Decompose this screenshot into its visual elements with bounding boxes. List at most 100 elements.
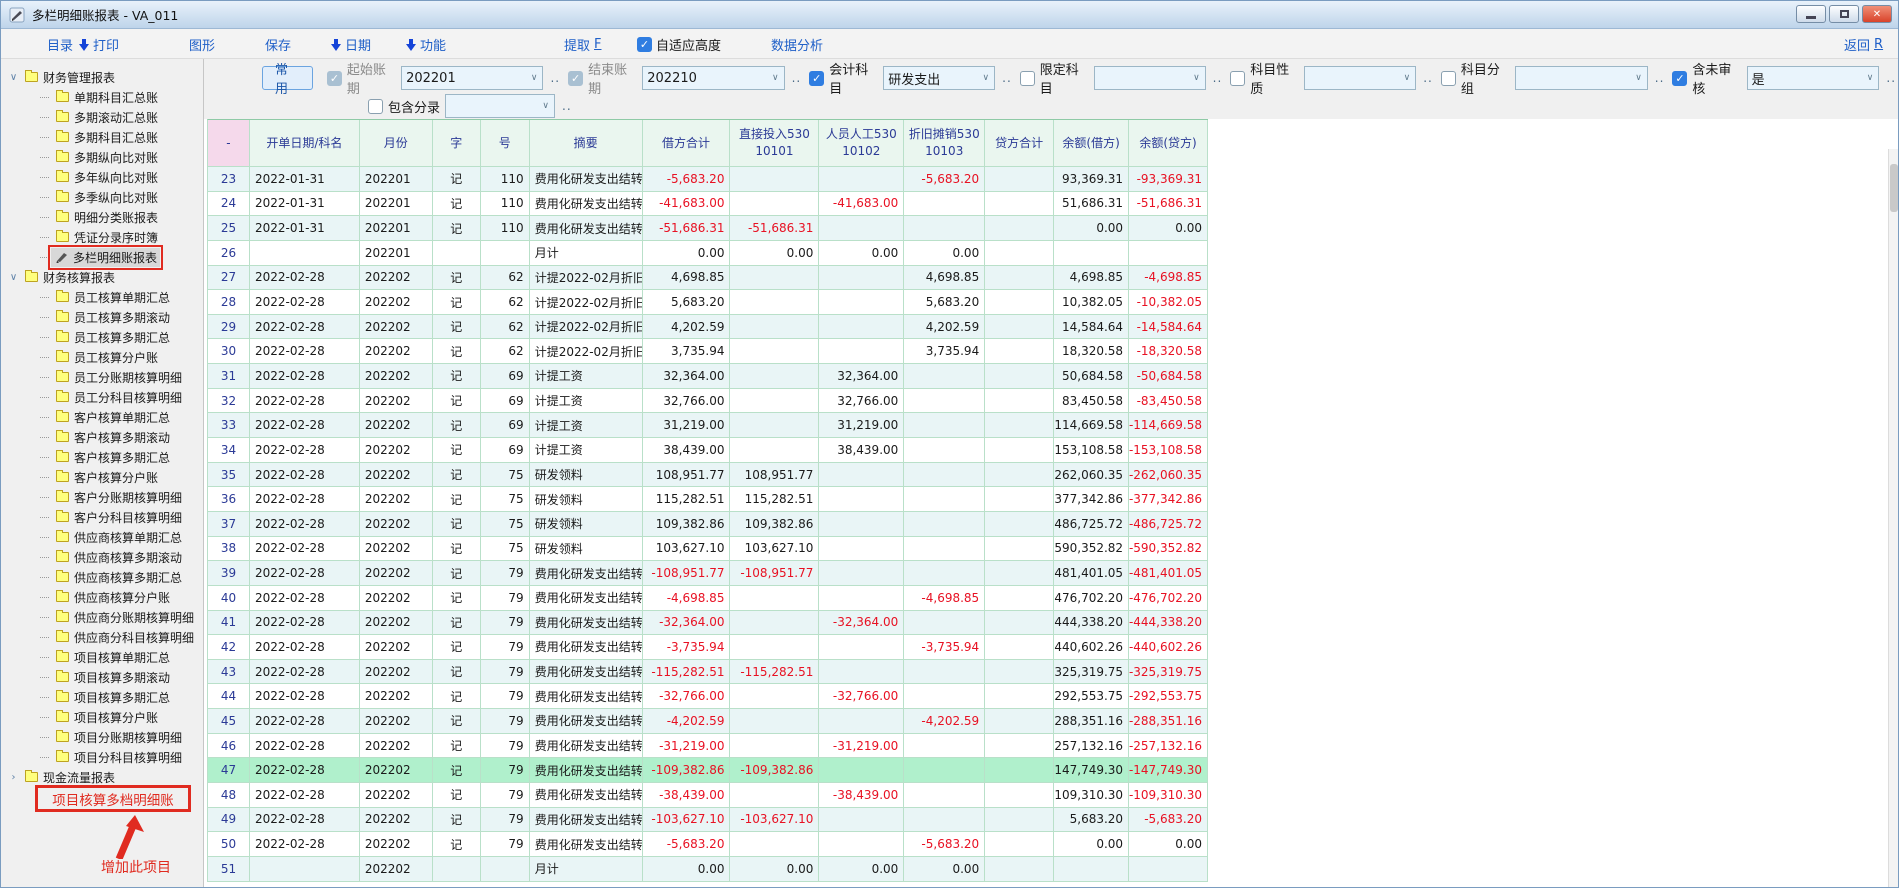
more-button[interactable]: .. (1655, 71, 1665, 85)
table-row[interactable]: 36 2022-02-28 202202 记 75 研发领料 115,282.5… (208, 487, 1208, 512)
table-row[interactable]: 43 2022-02-28 202202 记 79 费用化研发支出结转 -115… (208, 660, 1208, 685)
tree-item[interactable]: 客户分科目核算明细 (1, 507, 203, 527)
minimize-button[interactable] (1796, 5, 1826, 23)
tree-item[interactable]: 员工分账期核算明细 (1, 367, 203, 387)
tree-item[interactable]: ∨ 财务管理报表 (1, 67, 203, 87)
expander-icon[interactable]: ∨ (7, 72, 20, 83)
table-row[interactable]: 31 2022-02-28 202202 记 69 计提工资 32,364.00… (208, 364, 1208, 389)
table-row[interactable]: 44 2022-02-28 202202 记 79 费用化研发支出结转 -32,… (208, 684, 1208, 709)
tree-item[interactable]: 供应商分账期核算明细 (1, 607, 203, 627)
table-row[interactable]: 26 202201 月计 0.00 0.00 0.00 0.00 (208, 241, 1208, 266)
tree-item[interactable]: 员工核算分户账 (1, 347, 203, 367)
table-row[interactable]: 39 2022-02-28 202202 记 79 费用化研发支出结转 -108… (208, 561, 1208, 586)
filter-checkbox[interactable] (1020, 71, 1035, 86)
tree-item[interactable]: 多期纵向比对账 (1, 147, 203, 167)
table-row[interactable]: 47 2022-02-28 202202 记 79 费用化研发支出结转 -109… (208, 758, 1208, 783)
table-row[interactable]: 30 2022-02-28 202202 记 62 计提2022-02月折旧 3… (208, 339, 1208, 364)
tree-item[interactable]: 项目分账期核算明细 (1, 727, 203, 747)
filter-checkbox[interactable] (1672, 71, 1687, 86)
tree-item[interactable]: 多期滚动汇总账 (1, 107, 203, 127)
expander-icon[interactable]: › (7, 772, 20, 783)
tree-item[interactable]: 客户核算分户账 (1, 467, 203, 487)
filter-combobox[interactable]: 研发支出∨ (883, 66, 995, 90)
tree-item[interactable]: 凭证分录序时簿 (1, 227, 203, 247)
filter-combobox[interactable]: ∨ (1304, 66, 1416, 90)
tree-item[interactable]: 供应商分科目核算明细 (1, 627, 203, 647)
tree-item[interactable]: 项目核算单期汇总 (1, 647, 203, 667)
filter-combobox[interactable]: ∨ (445, 94, 555, 118)
tree-item[interactable]: 员工分科目核算明细 (1, 387, 203, 407)
tree-item[interactable]: 多期科目汇总账 (1, 127, 203, 147)
table-row[interactable]: 25 2022-01-31 202201 记 110 费用化研发支出结转 -51… (208, 216, 1208, 241)
tree-item[interactable]: ∨ 财务核算报表 (1, 267, 203, 287)
table-row[interactable]: 50 2022-02-28 202202 记 79 费用化研发支出结转 -5,6… (208, 832, 1208, 857)
tree-item[interactable]: 员工核算多期滚动 (1, 307, 203, 327)
table-row[interactable]: 40 2022-02-28 202202 记 79 费用化研发支出结转 -4,6… (208, 586, 1208, 611)
tree-item[interactable]: 项目核算多期汇总 (1, 687, 203, 707)
tree-item[interactable]: 客户核算单期汇总 (1, 407, 203, 427)
tree-item[interactable]: 明细分类账报表 (1, 207, 203, 227)
tree-item[interactable]: 多季纵向比对账 (1, 187, 203, 207)
more-button[interactable]: .. (1213, 71, 1223, 85)
filter-checkbox[interactable] (368, 99, 383, 114)
filter-combobox[interactable]: ∨ (1094, 66, 1206, 90)
tree-item[interactable]: 客户核算多期滚动 (1, 427, 203, 447)
table-row[interactable]: 35 2022-02-28 202202 记 75 研发领料 108,951.7… (208, 463, 1208, 488)
tree-item[interactable]: 供应商核算多期汇总 (1, 567, 203, 587)
table-row[interactable]: 32 2022-02-28 202202 记 69 计提工资 32,766.00… (208, 389, 1208, 414)
more-button[interactable]: .. (1886, 71, 1896, 85)
back-button[interactable]: 返回R (1844, 35, 1883, 54)
tree-item[interactable]: 供应商核算多期滚动 (1, 547, 203, 567)
table-row[interactable]: 45 2022-02-28 202202 记 79 费用化研发支出结转 -4,2… (208, 709, 1208, 734)
filter-checkbox[interactable] (809, 71, 824, 86)
more-button[interactable]: .. (562, 99, 572, 113)
tree-item[interactable]: 供应商核算分户账 (1, 587, 203, 607)
more-button[interactable]: .. (1002, 71, 1012, 85)
table-row[interactable]: 42 2022-02-28 202202 记 79 费用化研发支出结转 -3,7… (208, 635, 1208, 660)
close-button[interactable]: ✕ (1862, 5, 1892, 23)
table-row[interactable]: 51 202202 月计 0.00 0.00 0.00 0.00 (208, 857, 1208, 882)
filter-checkbox[interactable] (1230, 71, 1245, 86)
toolbar-menu-item[interactable]: 图形 (189, 35, 215, 54)
autofit-toggle[interactable]: ✓ 自适应高度 (637, 35, 721, 54)
tree-item[interactable]: 供应商核算单期汇总 (1, 527, 203, 547)
maximize-button[interactable] (1829, 5, 1859, 23)
table-row[interactable]: 37 2022-02-28 202202 记 75 研发领料 109,382.8… (208, 512, 1208, 537)
more-button[interactable]: .. (792, 71, 802, 85)
toolbar-menu-item[interactable]: 功能 (406, 35, 446, 54)
filter-checkbox[interactable] (1441, 71, 1456, 86)
extract-button[interactable]: 提取F (564, 35, 602, 54)
filter-checkbox[interactable] (327, 71, 342, 86)
toolbar-menu-item[interactable]: 目录 (47, 35, 73, 54)
filter-combobox[interactable]: 202201∨ (401, 66, 543, 90)
table-row[interactable]: 24 2022-01-31 202201 记 110 费用化研发支出结转 -41… (208, 192, 1208, 217)
tree-item[interactable]: 项目分科目核算明细 (1, 747, 203, 767)
data-analysis-button[interactable]: 数据分析 (771, 35, 823, 54)
tree-item[interactable]: 多年纵向比对账 (1, 167, 203, 187)
common-filter-button[interactable]: 常用 (262, 66, 313, 90)
expander-icon[interactable]: ∨ (7, 272, 20, 283)
tree-item[interactable]: › 现金流量报表 (1, 767, 203, 787)
tree-item[interactable]: 单期科目汇总账 (1, 87, 203, 107)
filter-combobox[interactable]: ∨ (1515, 66, 1648, 90)
tree-item[interactable]: 员工核算多期汇总 (1, 327, 203, 347)
table-row[interactable]: 29 2022-02-28 202202 记 62 计提2022-02月折旧 4… (208, 315, 1208, 340)
table-row[interactable]: 38 2022-02-28 202202 记 75 研发领料 103,627.1… (208, 537, 1208, 562)
toolbar-menu-item[interactable]: 打印 (79, 35, 119, 54)
table-row[interactable]: 28 2022-02-28 202202 记 62 计提2022-02月折旧 5… (208, 290, 1208, 315)
filter-checkbox[interactable] (568, 71, 583, 86)
table-row[interactable]: 34 2022-02-28 202202 记 69 计提工资 38,439.00… (208, 438, 1208, 463)
table-row[interactable]: 27 2022-02-28 202202 记 62 计提2022-02月折旧 4… (208, 266, 1208, 291)
tree-item[interactable]: 客户核算多期汇总 (1, 447, 203, 467)
vertical-scrollbar[interactable] (1888, 149, 1898, 888)
toolbar-menu-item[interactable]: 日期 (331, 35, 371, 54)
filter-combobox[interactable]: 是∨ (1747, 66, 1880, 90)
tree-item[interactable]: 项目核算多期滚动 (1, 667, 203, 687)
table-row[interactable]: 48 2022-02-28 202202 记 79 费用化研发支出结转 -38,… (208, 783, 1208, 808)
table-row[interactable]: 49 2022-02-28 202202 记 79 费用化研发支出结转 -103… (208, 808, 1208, 833)
tree-item[interactable]: 员工核算单期汇总 (1, 287, 203, 307)
tree-item[interactable]: 项目核算分户账 (1, 707, 203, 727)
tree-item[interactable]: 客户分账期核算明细 (1, 487, 203, 507)
table-row[interactable]: 33 2022-02-28 202202 记 69 计提工资 31,219.00… (208, 413, 1208, 438)
tree-item[interactable]: 多栏明细账报表 (1, 247, 203, 267)
